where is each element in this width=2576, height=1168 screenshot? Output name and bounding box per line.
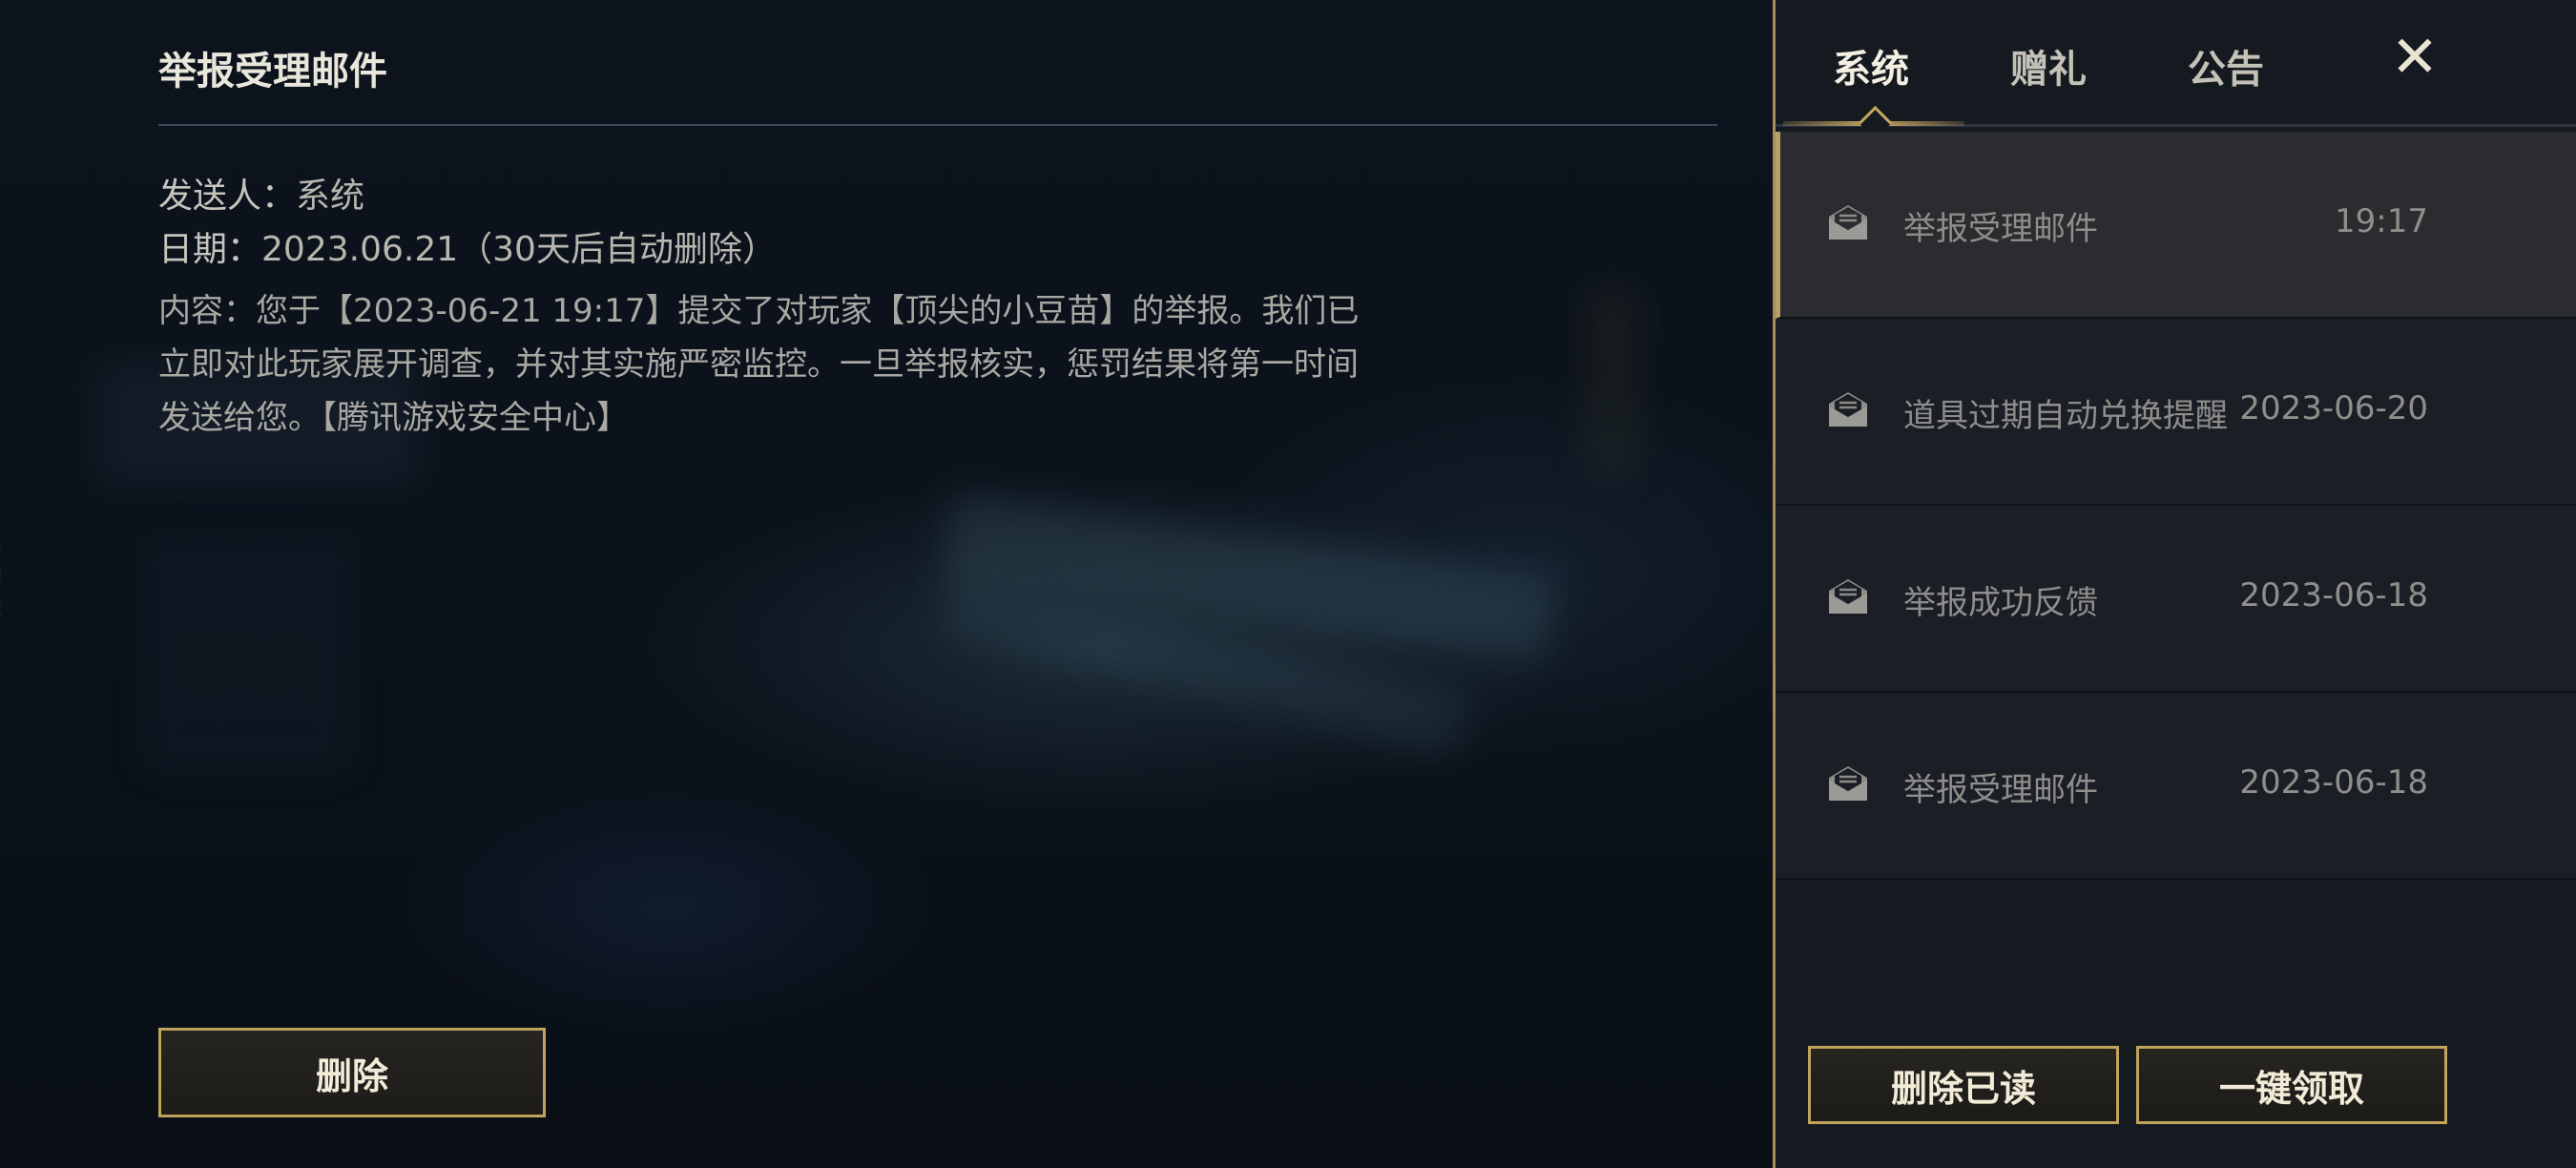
- mail-title: 举报受理邮件: [158, 50, 387, 94]
- opened-envelope-icon: [1829, 392, 1867, 427]
- mail-screen: 41959836 举报受理邮件 发送人：系统 日期：2023.06.21（30天…: [0, 0, 2576, 1168]
- date-value: 2023.06.21（30天后自动删除）: [261, 230, 777, 269]
- tab-notice[interactable]: 公告: [2188, 38, 2264, 94]
- mail-list-item[interactable]: 举报受理邮件 19:17: [1776, 132, 2576, 319]
- mail-subject: 举报成功反馈: [1903, 584, 2098, 622]
- title-divider: [158, 124, 1717, 126]
- mail-time: 19:17: [2335, 202, 2428, 240]
- mail-list-item[interactable]: 举报受理邮件 2023-06-18: [1776, 693, 2576, 880]
- mail-subject: 举报受理邮件: [1903, 771, 2098, 809]
- mail-time: 2023-06-18: [2239, 576, 2428, 615]
- date-label: 日期：: [158, 230, 262, 269]
- delete-button[interactable]: 删除: [158, 1028, 546, 1117]
- mail-subject: 道具过期自动兑换提醒: [1903, 397, 2228, 435]
- tab-gift[interactable]: 赠礼: [2010, 38, 2087, 94]
- mail-list-panel: 系统 赠礼 公告 ✕ 举报受理邮件 19:17 道具过期自动兑换提醒 2023-…: [1773, 0, 2576, 1168]
- mail-content: 内容：您于【2023-06-21 19:17】提交了对玩家【顶尖的小豆苗】的举报…: [158, 292, 1360, 437]
- mail-time: 2023-06-18: [2239, 763, 2428, 802]
- side-watermark-id: 41959836: [0, 534, 4, 620]
- delete-read-button[interactable]: 删除已读: [1808, 1046, 2119, 1124]
- mail-subject: 举报受理邮件: [1903, 210, 2098, 248]
- sender-label: 发送人：: [158, 177, 297, 216]
- opened-envelope-icon: [1829, 766, 1867, 801]
- mail-list-item[interactable]: 道具过期自动兑换提醒 2023-06-20: [1776, 319, 2576, 506]
- date-line: 日期：2023.06.21（30天后自动删除）: [158, 221, 777, 271]
- mail-tabs: 系统 赠礼 公告 ✕: [1776, 0, 2576, 140]
- tab-system[interactable]: 系统: [1833, 38, 1909, 94]
- mail-list: 举报受理邮件 19:17 道具过期自动兑换提醒 2023-06-20 举报成功反…: [1776, 132, 2576, 880]
- sender-value: 系统: [296, 177, 365, 216]
- sender-line: 发送人：系统: [158, 168, 364, 218]
- claim-all-button[interactable]: 一键领取: [2136, 1046, 2447, 1124]
- opened-envelope-icon: [1829, 579, 1867, 614]
- mail-time: 2023-06-20: [2239, 389, 2428, 428]
- opened-envelope-icon: [1829, 205, 1867, 240]
- mail-list-item[interactable]: 举报成功反馈 2023-06-18: [1776, 506, 2576, 693]
- mail-detail-panel: 举报受理邮件 发送人：系统 日期：2023.06.21（30天后自动删除） 内容…: [158, 0, 1717, 1168]
- close-icon[interactable]: ✕: [2386, 29, 2443, 86]
